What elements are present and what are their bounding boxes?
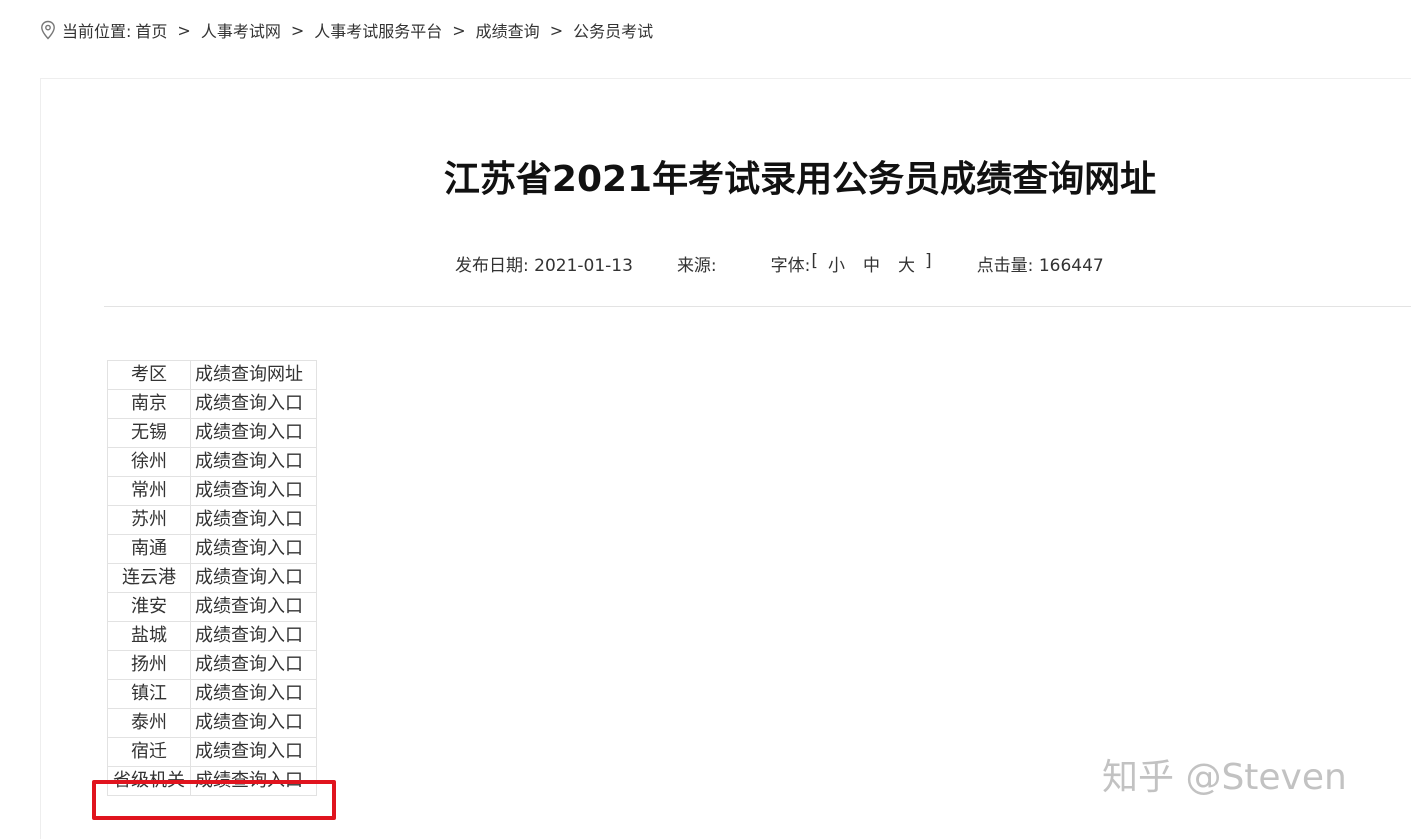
score-query-link[interactable]: 成绩查询入口 <box>190 534 317 564</box>
table-row: 盐城 成绩查询入口 <box>107 621 317 651</box>
area-cell: 盐城 <box>107 621 191 651</box>
area-cell: 宿迁 <box>107 737 191 767</box>
breadcrumb-home-link[interactable]: 首页 <box>135 18 167 42</box>
area-cell: 扬州 <box>107 650 191 680</box>
breadcrumb-separator: > <box>177 20 191 40</box>
watermark: 知乎 @Steven <box>1102 757 1347 798</box>
breadcrumb: 当前位置: 首页 > 人事考试网 > 人事考试服务平台 > 成绩查询 > 公务员… <box>40 16 653 44</box>
table-row: 常州 成绩查询入口 <box>107 476 317 506</box>
table-header-row: 考区 成绩查询网址 <box>107 360 317 390</box>
score-query-link[interactable]: 成绩查询入口 <box>190 737 317 767</box>
table-row: 扬州 成绩查询入口 <box>107 650 317 680</box>
area-cell: 南通 <box>107 534 191 564</box>
table-row: 徐州 成绩查询入口 <box>107 447 317 477</box>
table-row: 镇江 成绩查询入口 <box>107 679 317 709</box>
table-row: 泰州 成绩查询入口 <box>107 708 317 738</box>
breadcrumb-separator: > <box>290 20 305 40</box>
area-cell: 镇江 <box>107 679 191 709</box>
font-size-large-button[interactable]: 大 <box>898 251 915 276</box>
area-cell: 淮安 <box>107 592 191 622</box>
divider <box>104 306 1411 307</box>
score-query-link[interactable]: 成绩查询入口 <box>190 476 317 506</box>
highlight-box <box>92 780 336 820</box>
breadcrumb-separator: > <box>549 20 564 40</box>
area-cell: 常州 <box>107 476 191 506</box>
font-size-medium-button[interactable]: 中 <box>863 251 880 276</box>
font-size-bracket-open: [ <box>811 250 819 271</box>
score-query-link[interactable]: 成绩查询入口 <box>190 650 317 680</box>
table-row: 无锡 成绩查询入口 <box>107 418 317 448</box>
score-query-link[interactable]: 成绩查询入口 <box>190 592 317 622</box>
table-row: 宿迁 成绩查询入口 <box>107 737 317 767</box>
score-query-link[interactable]: 成绩查询入口 <box>190 708 317 738</box>
score-query-table: 考区 成绩查询网址 南京 成绩查询入口 无锡 成绩查询入口 徐州 成绩查询入口 … <box>107 360 317 796</box>
score-query-link[interactable]: 成绩查询入口 <box>190 447 317 477</box>
source-label: 来源: <box>676 255 717 276</box>
area-cell: 泰州 <box>107 708 191 738</box>
font-size-label: 字体: <box>770 255 811 276</box>
score-query-link[interactable]: 成绩查询入口 <box>190 563 317 593</box>
score-query-link[interactable]: 成绩查询入口 <box>190 389 317 419</box>
font-size-small-button[interactable]: 小 <box>828 251 845 276</box>
score-query-link[interactable]: 成绩查询入口 <box>190 621 317 651</box>
breadcrumb-score-query-link[interactable]: 成绩查询 <box>476 18 540 42</box>
table-row: 南通 成绩查询入口 <box>107 534 317 564</box>
font-size-bracket-close: ] <box>925 250 932 271</box>
table-row: 南京 成绩查询入口 <box>107 389 317 419</box>
table-row: 苏州 成绩查询入口 <box>107 505 317 535</box>
table-header-area: 考区 <box>107 360 191 390</box>
article-meta: 发布日期: 2021-01-13 来源: 字体: [ 小 中 大 ] 点击量: … <box>455 250 1148 276</box>
page-title: 江苏省2021年考试录用公务员成绩查询网址 <box>443 159 1157 200</box>
area-cell: 南京 <box>107 389 191 419</box>
breadcrumb-separator: > <box>452 20 466 40</box>
score-query-link[interactable]: 成绩查询入口 <box>190 505 317 535</box>
area-cell: 苏州 <box>107 505 191 535</box>
area-cell: 徐州 <box>107 447 191 477</box>
score-query-link[interactable]: 成绩查询入口 <box>190 418 317 448</box>
font-size-switcher: 字体: [ 小 中 大 ] <box>771 251 933 276</box>
area-cell: 无锡 <box>107 418 191 448</box>
score-query-link[interactable]: 成绩查询入口 <box>190 679 317 709</box>
location-pin-icon <box>40 20 56 40</box>
breadcrumb-service-platform-link[interactable]: 人事考试服务平台 <box>314 18 442 42</box>
breadcrumb-civil-exam-link[interactable]: 公务员考试 <box>573 18 653 42</box>
table-header-url: 成绩查询网址 <box>190 360 317 390</box>
breadcrumb-prefix: 当前位置: <box>62 22 132 41</box>
table-row: 淮安 成绩查询入口 <box>107 592 317 622</box>
publish-date: 发布日期: 2021-01-13 <box>455 255 633 276</box>
breadcrumb-exam-site-link[interactable]: 人事考试网 <box>201 18 281 42</box>
table-row: 连云港 成绩查询入口 <box>107 563 317 593</box>
hit-count: 点击量: 166447 <box>976 255 1104 276</box>
area-cell: 连云港 <box>107 563 191 593</box>
